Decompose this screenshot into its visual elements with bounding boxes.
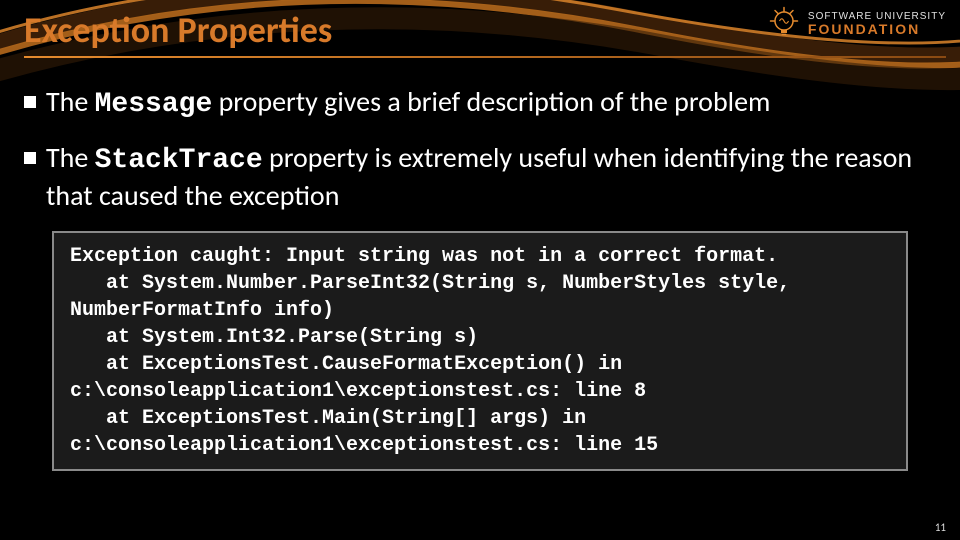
slide: Exception Properties SOFTWARE UNIVERSITY… bbox=[0, 0, 960, 540]
bullet-mono: Message bbox=[95, 89, 213, 120]
bullet-prefix: The bbox=[46, 140, 95, 175]
bullet-text: The Message property gives a brief descr… bbox=[46, 84, 936, 122]
bullet-marker-icon bbox=[24, 96, 36, 108]
bullet-item: The StackTrace property is extremely use… bbox=[24, 140, 936, 213]
bullet-marker-icon bbox=[24, 152, 36, 164]
lightbulb-icon bbox=[766, 6, 802, 42]
page-number: 11 bbox=[935, 521, 946, 534]
slide-title: Exception Properties bbox=[24, 8, 332, 52]
title-divider bbox=[24, 56, 946, 58]
code-block: Exception caught: Input string was not i… bbox=[52, 231, 908, 471]
bullet-prefix: The bbox=[46, 84, 95, 119]
logo-line-2: FOUNDATION bbox=[808, 22, 946, 36]
bullet-item: The Message property gives a brief descr… bbox=[24, 84, 936, 122]
bullet-mono: StackTrace bbox=[95, 145, 263, 176]
bullet-text: The StackTrace property is extremely use… bbox=[46, 140, 936, 213]
content-area: The Message property gives a brief descr… bbox=[24, 80, 936, 471]
bullet-suffix: property gives a brief description of th… bbox=[212, 84, 770, 119]
brand-logo: SOFTWARE UNIVERSITY FOUNDATION bbox=[766, 6, 946, 42]
